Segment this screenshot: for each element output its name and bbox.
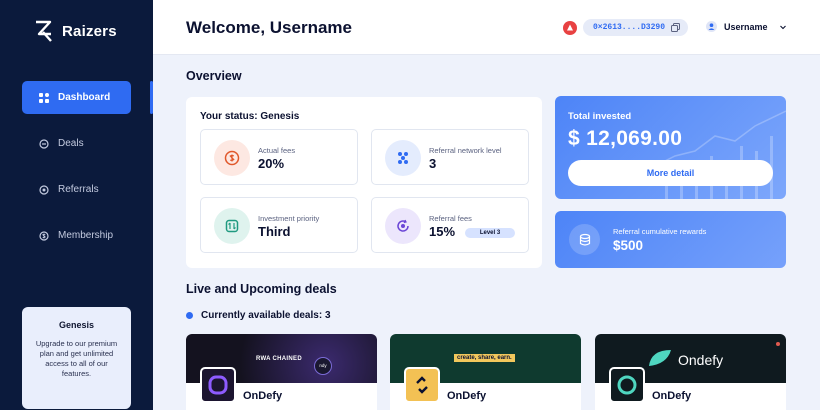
app-root: Raizers Dashboard Deals Referrals Member…	[0, 0, 820, 410]
page-title: Welcome, Username	[186, 18, 352, 37]
stat-label: Referral fees	[429, 214, 472, 223]
status-dot-icon	[186, 312, 193, 319]
stat-value: 20%	[258, 156, 285, 171]
user-avatar-icon	[706, 21, 717, 32]
wallet-address: 0×2613....D3290	[593, 23, 666, 32]
stat-value: Third	[258, 224, 291, 239]
stat-label: Referral network level	[429, 146, 502, 155]
coins-stack-icon	[569, 224, 600, 255]
sidebar-item-dashboard[interactable]: Dashboard	[22, 81, 131, 114]
brand-logo[interactable]: Raizers	[34, 20, 117, 42]
stat-referral-network-level: Referral network level 3	[371, 129, 529, 185]
brand-name: Raizers	[62, 22, 117, 40]
referral-rewards-card: Referral cumulative rewards $500	[555, 211, 786, 268]
username: Username	[724, 21, 768, 32]
ondefy-circle-icon	[617, 375, 637, 395]
notification-dot-icon	[776, 342, 780, 346]
total-invested-card: Total invested $ 12,069.00 More detail	[555, 96, 786, 199]
deal-card[interactable]: create, share, earn. OnDefy	[390, 334, 581, 410]
total-invested-label: Total invested	[568, 111, 632, 122]
total-invested-value: $ 12,069.00	[568, 127, 683, 150]
deal-banner-text: RWA CHAINED	[256, 356, 302, 362]
raizers-logo-icon	[36, 20, 52, 42]
sidebar-item-label: Dashboard	[58, 92, 111, 103]
sidebar: Raizers Dashboard Deals Referrals Member…	[0, 0, 153, 410]
deal-banner-coin: ndy	[314, 357, 332, 375]
dollar-coin-icon	[39, 230, 49, 241]
deal-name: OnDefy	[447, 390, 487, 402]
wallet-address-pill[interactable]: 0×2613....D3290	[583, 19, 689, 36]
user-menu[interactable]: Username	[706, 21, 787, 32]
deal-card[interactable]: Ondefy OnDefy	[595, 334, 786, 410]
deal-name: OnDefy	[243, 390, 283, 402]
copy-icon[interactable]	[671, 23, 681, 32]
sidebar-item-membership[interactable]: Membership	[22, 219, 131, 252]
referral-icon	[39, 184, 49, 195]
deal-logo	[404, 367, 440, 403]
swap-arrows-icon	[416, 376, 428, 394]
rewards-value: $500	[613, 238, 644, 253]
deals-title: Live and Upcoming deals	[186, 282, 337, 296]
stat-label: Actual fees	[258, 146, 296, 155]
stat-label: Investment priority	[258, 214, 320, 223]
sidebar-item-label: Deals	[58, 138, 84, 149]
deal-banner-text: Ondefy	[678, 352, 724, 368]
sidebar-item-deals[interactable]: Deals	[22, 127, 131, 160]
deal-card[interactable]: RWA CHAINED ndy OnDefy	[186, 334, 377, 410]
deal-logo	[609, 367, 645, 403]
grid-icon	[39, 92, 49, 103]
status-card: Your status: Genesis Actual fees 20% Ref…	[186, 97, 542, 268]
avalanche-chain-icon	[563, 20, 577, 35]
stat-value: 3	[429, 156, 437, 171]
ondefy-leaf-icon	[649, 350, 671, 366]
promo-text: Upgrade to our premium plan and get unli…	[35, 339, 118, 378]
stat-referral-fees: Referral fees 15% Level 3	[371, 197, 529, 253]
wallet-indicator[interactable]: 0×2613....D3290	[563, 19, 689, 36]
promo-title: Genesis	[58, 320, 95, 330]
network-icon	[385, 140, 421, 176]
refresh-coin-icon	[385, 208, 421, 244]
available-deals-count: Currently available deals: 3	[186, 310, 331, 321]
top-header: Welcome, Username 0×2613....D3290 Userna…	[153, 0, 820, 55]
ondefy-ring-icon	[208, 375, 228, 395]
stat-value: 15%	[429, 224, 456, 239]
overview-title: Overview	[186, 69, 242, 83]
level-badge: Level 3	[465, 228, 515, 238]
deal-name: OnDefy	[652, 390, 692, 402]
sidebar-nav: Dashboard Deals Referrals Membership	[22, 81, 131, 265]
active-nav-indicator	[150, 81, 153, 114]
sidebar-item-label: Referrals	[58, 184, 99, 195]
sidebar-item-referrals[interactable]: Referrals	[22, 173, 131, 206]
fee-coin-icon	[214, 140, 250, 176]
sidebar-item-label: Membership	[58, 230, 114, 241]
priority-icon	[214, 208, 250, 244]
tag-icon	[39, 138, 49, 149]
upgrade-promo-card[interactable]: Genesis Upgrade to our premium plan and …	[22, 307, 131, 409]
stat-actual-fees: Actual fees 20%	[200, 129, 358, 185]
rewards-label: Referral cumulative rewards	[613, 227, 707, 236]
status-title: Your status: Genesis	[200, 111, 300, 122]
available-deals-text: Currently available deals: 3	[201, 310, 331, 321]
deal-logo	[200, 367, 236, 403]
stat-investment-priority: Investment priority Third	[200, 197, 358, 253]
deal-banner-text: create, share, earn.	[454, 354, 515, 362]
more-detail-button[interactable]: More detail	[568, 160, 773, 186]
chevron-down-icon	[779, 25, 786, 29]
